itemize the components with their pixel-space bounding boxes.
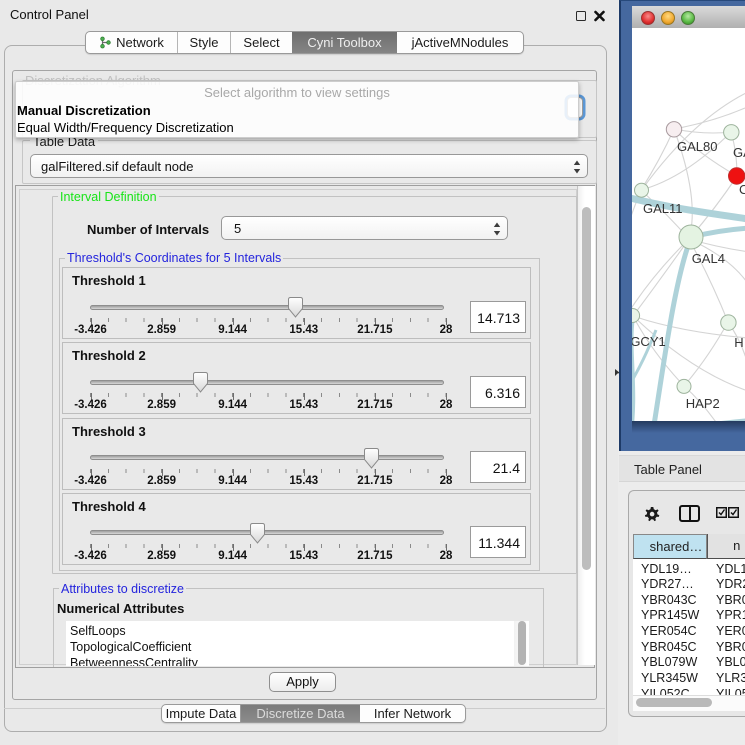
svg-text:GAL11: GAL11	[643, 201, 683, 216]
svg-text:GA: GA	[733, 145, 745, 160]
svg-text:H: H	[734, 335, 743, 350]
svg-text:HAP2: HAP2	[686, 396, 720, 411]
svg-text:GCY1: GCY1	[632, 334, 666, 349]
svg-text:C: C	[739, 182, 745, 197]
svg-text:GAL80: GAL80	[677, 139, 717, 154]
svg-text:GAL4: GAL4	[692, 251, 725, 266]
